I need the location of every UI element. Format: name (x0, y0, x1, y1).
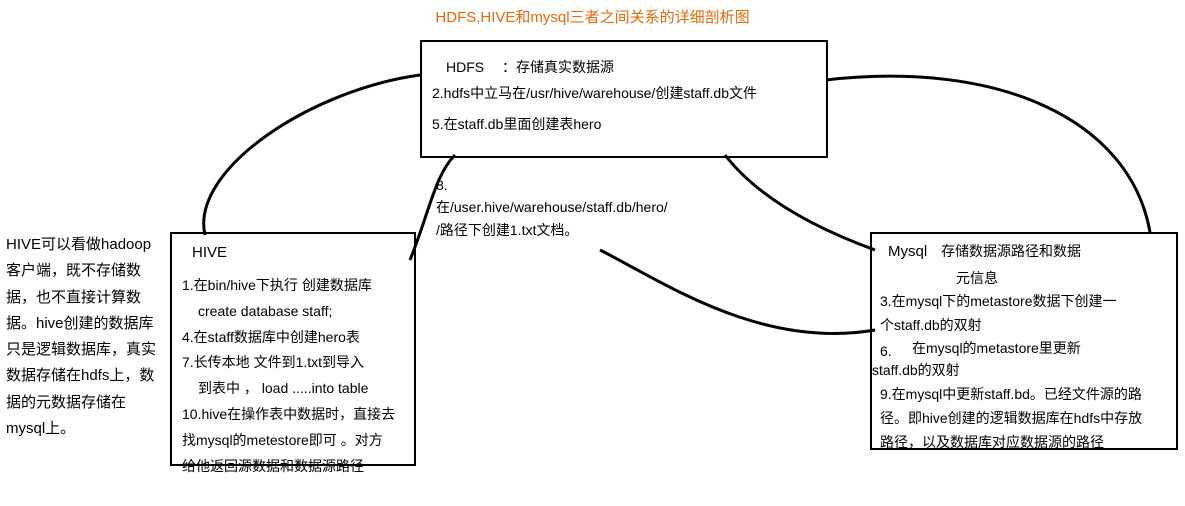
hive-step-10c: 给他返回源数据和数据源路径 (182, 455, 404, 479)
step-8-line2: /路径下创建1.txt文档。 (436, 219, 766, 241)
mysql-desc1: 存储数据源路径和数据 (941, 240, 1081, 263)
step-8-num: 8. (436, 174, 766, 196)
diagram-title: HDFS,HIVE和mysql三者之间关系的详细剖析图 (0, 6, 1185, 27)
hive-step-7b: 到表中 ， load .....into table (182, 377, 404, 401)
mysql-step-9c: 路径，以及数据库对应数据源的路径 (880, 431, 1168, 454)
mysql-step-3b: 个staff.db的双射 (880, 314, 1168, 337)
mysql-step-9b: 径。即hive创建的逻辑数据库在hdfs中存放 (880, 407, 1168, 430)
hdfs-box: HDFS ：存储真实数据源 2.hdfs中立马在/usr/hive/wareho… (420, 40, 828, 158)
hive-step-1: 1.在bin/hive下执行 创建数据库 (182, 274, 404, 298)
mysql-label: Mysql (888, 240, 927, 265)
mysql-step-3a: 3.在mysql下的metastore数据下创建一 (880, 290, 1168, 313)
mysql-step-6-txt2: staff.db的双射 (872, 360, 960, 380)
hdfs-step-5: 5.在staff.db里面创建表hero (432, 113, 816, 135)
hive-box: 1.在bin/hive下执行 创建数据库 create database sta… (170, 232, 416, 466)
mysql-step-9a: 9.在mysql中更新staff.bd。已经文件源的路 (880, 383, 1168, 406)
mysql-step-6-txt: 在mysql的metastore里更新 (912, 338, 1081, 358)
hdfs-step-8: 8. 在/user.hive/warehouse/staff.db/hero/ … (436, 174, 766, 241)
hdfs-label: HDFS (446, 56, 484, 78)
hive-step-10: 10.hive在操作表中数据时，直接去 (182, 403, 404, 427)
hdfs-desc: ：存储真实数据源 (502, 59, 614, 75)
hdfs-step-2: 2.hdfs中立马在/usr/hive/warehouse/创建staff.db… (432, 82, 816, 104)
step-8-line1: 在/user.hive/warehouse/staff.db/hero/ (436, 196, 766, 218)
hive-step-1b: create database staff; (182, 300, 404, 324)
mysql-desc2: 元信息 (880, 267, 1168, 290)
hive-side-note: HIVE可以看做hadoop客户端，既不存储数据，也不直接计算数据。hive创建… (6, 232, 156, 442)
hive-step-10b: 找mysql的metestore即可 。对方 (182, 429, 404, 453)
hive-step-7: 7.长传本地 文件到1.txt到导入 (182, 351, 404, 375)
hive-step-4: 4.在staff数据库中创建hero表 (182, 326, 404, 350)
mysql-step-6-num: 6. (880, 343, 892, 359)
